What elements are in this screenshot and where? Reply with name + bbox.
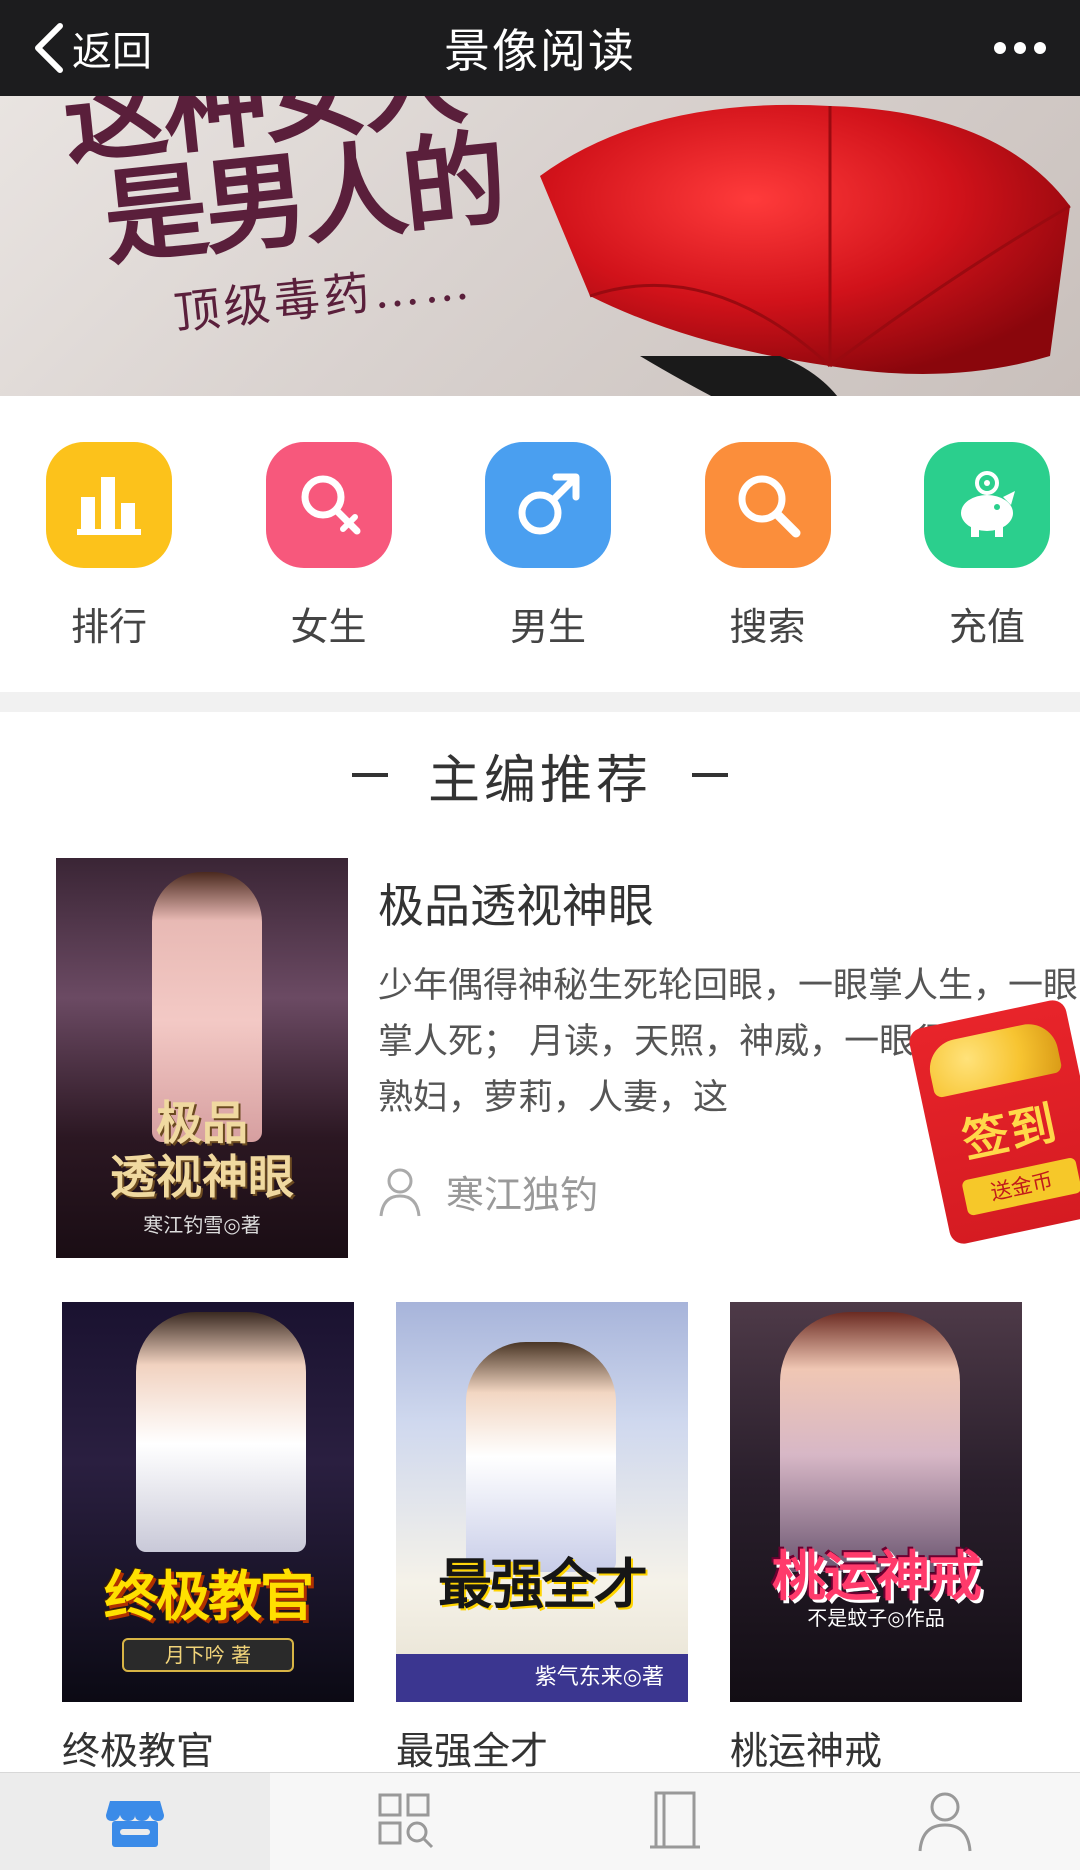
tab-bookshelf[interactable]: [540, 1773, 810, 1870]
chevron-left-icon: [35, 23, 63, 73]
category-row: 排行 女生 男生 搜索 充值: [0, 396, 1080, 692]
section-header: 主编推荐: [0, 740, 1080, 811]
category-label: 搜索: [729, 605, 806, 649]
category-ranking[interactable]: 排行: [46, 442, 172, 692]
cover-author: 寒江钓雪◎著: [143, 1213, 261, 1237]
banner-text: 这种女人 是男人的 顶级毒药……: [57, 96, 605, 352]
red-umbrella-image: [540, 104, 1071, 396]
featured-book-cover[interactable]: 极品 透视神眼 寒江钓雪◎著: [56, 858, 348, 1258]
cover-title-line1: 极品: [156, 1096, 248, 1150]
book-card[interactable]: 终极教官 月下吟 著 终极教官: [62, 1302, 354, 1775]
bottom-tab-bar: [0, 1772, 1080, 1870]
male-symbol-icon: [485, 442, 611, 568]
cover-title: 最强全才: [438, 1553, 648, 1616]
cover-author: 紫气东来◎著: [396, 1654, 688, 1702]
featured-book-title[interactable]: 极品透视神眼: [378, 870, 654, 936]
cover-title: 终极教官: [104, 1565, 314, 1628]
category-male[interactable]: 男生: [485, 442, 611, 692]
category-search[interactable]: 搜索: [704, 442, 831, 692]
book-card[interactable]: 桃运神戒 不是蚊子◎作品 桃运神戒: [730, 1302, 1022, 1775]
category-label: 排行: [70, 605, 147, 649]
cover-author: 不是蚊子◎作品: [807, 1606, 945, 1630]
tab-profile[interactable]: [810, 1773, 1080, 1870]
back-button[interactable]: 返回: [30, 0, 152, 96]
cover-art: [136, 1312, 306, 1552]
author-name: 寒江独钓: [446, 1173, 599, 1217]
category-grid-icon: [378, 1793, 434, 1849]
book-title[interactable]: 桃运神戒: [730, 1720, 1022, 1775]
category-recharge[interactable]: 充值: [924, 442, 1050, 692]
user-icon: [918, 1792, 972, 1852]
bookshelf-icon: [650, 1791, 700, 1849]
featured-book[interactable]: 极品 透视神眼 寒江钓雪◎著 极品透视神眼 少年偶得神秘生死轮回眼，一眼掌人生，…: [56, 858, 1080, 1258]
book-card[interactable]: 最强全才 紫气东来◎著 最强全才: [396, 1302, 688, 1775]
store-icon: [106, 1801, 164, 1847]
top-navbar: 返回 景像阅读: [0, 0, 1080, 96]
cover-title: 极品 透视神眼: [56, 1096, 348, 1204]
book-cover[interactable]: 最强全才 紫气东来◎著: [396, 1302, 688, 1702]
book-cover[interactable]: 终极教官 月下吟 著: [62, 1302, 354, 1702]
cover-author: 月下吟 著: [122, 1638, 294, 1672]
tab-bookstore[interactable]: [0, 1773, 270, 1870]
title-dash: [351, 773, 388, 777]
category-label: 男生: [509, 605, 586, 649]
category-label: 充值: [948, 605, 1025, 649]
search-icon: [704, 442, 831, 568]
category-female[interactable]: 女生: [265, 442, 392, 692]
page-title: 景像阅读: [444, 24, 636, 78]
title-dash: [692, 773, 728, 777]
section-divider: [0, 692, 1080, 712]
more-dots-icon[interactable]: [986, 24, 1054, 72]
section-title: 主编推荐: [427, 750, 652, 811]
promo-banner[interactable]: 这种女人 是男人的 顶级毒药……: [0, 96, 1080, 396]
cover-art: [466, 1342, 616, 1572]
book-title[interactable]: 终极教官: [62, 1720, 354, 1775]
cover-title: 桃运神戒: [772, 1545, 982, 1608]
tab-categories[interactable]: [270, 1773, 540, 1870]
back-label: 返回: [72, 29, 152, 75]
bar-chart-icon: [46, 442, 172, 568]
cover-title-line2: 透视神眼: [110, 1150, 294, 1204]
book-grid: 终极教官 月下吟 著 终极教官 最强全才 紫气东来◎著 最强全才 桃运神戒 不是…: [62, 1302, 1022, 1775]
female-symbol-icon: [265, 442, 392, 568]
piggy-bank-icon: [924, 442, 1050, 568]
category-label: 女生: [290, 605, 367, 649]
book-cover[interactable]: 桃运神戒 不是蚊子◎作品: [730, 1302, 1022, 1702]
featured-book-author: 寒江独钓: [378, 1164, 598, 1219]
user-icon: [379, 1168, 421, 1216]
book-title[interactable]: 最强全才: [396, 1720, 688, 1775]
